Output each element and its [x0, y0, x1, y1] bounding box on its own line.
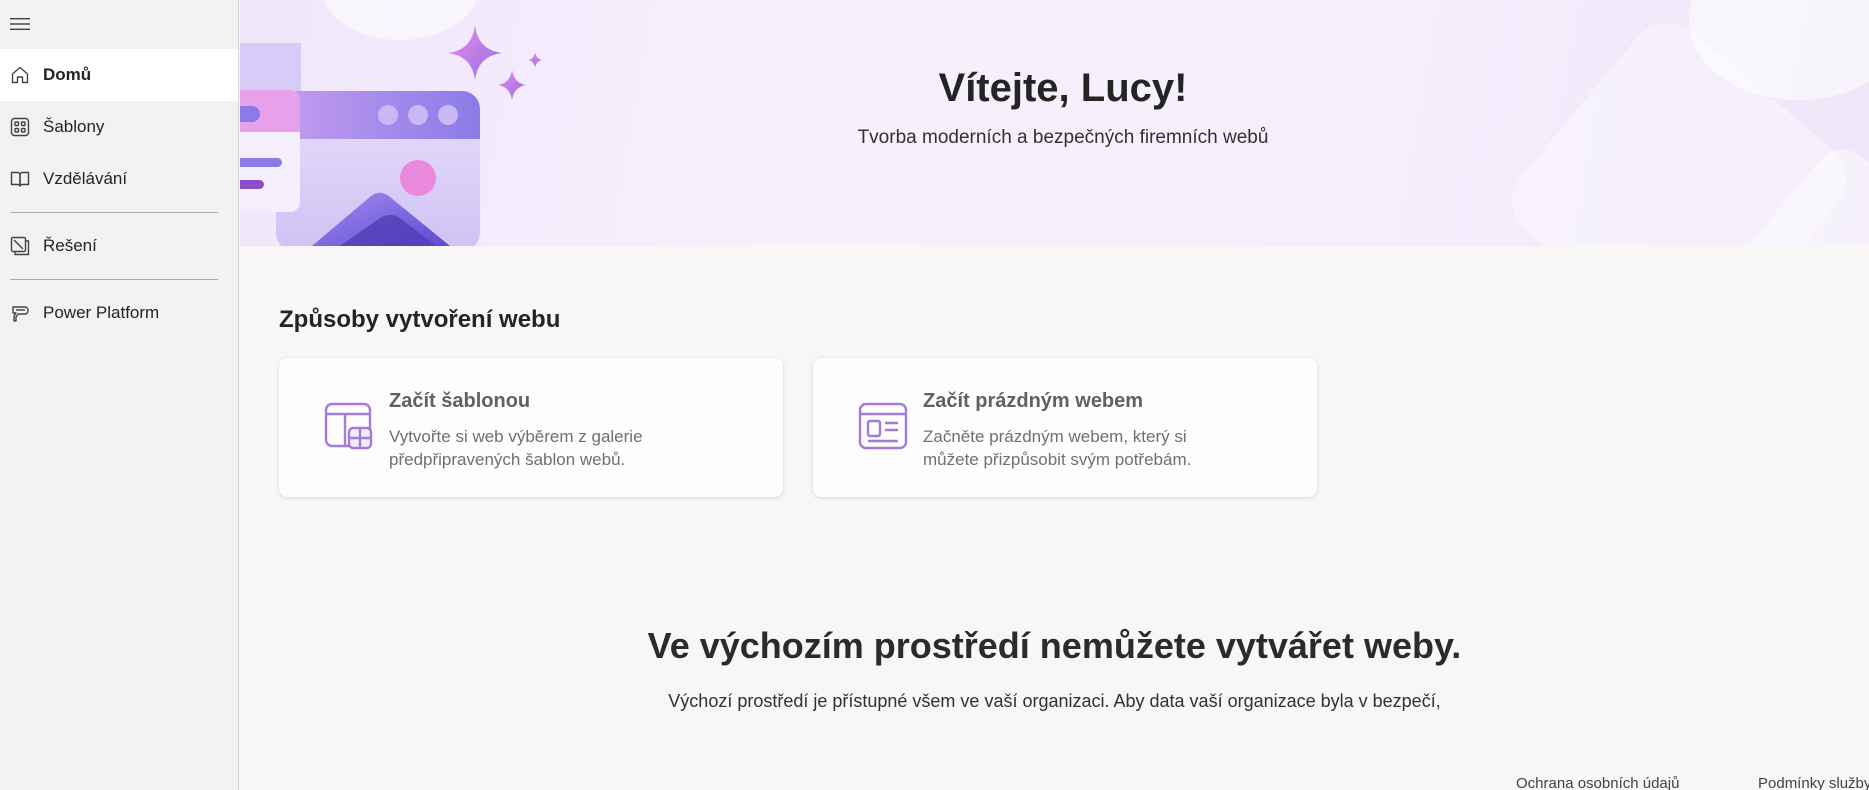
app-root: Domů Šablony Vzdělávání Řešení Power Pla…	[0, 0, 1869, 790]
sidebar-item-label: Řešení	[43, 236, 97, 255]
blank-site-icon	[858, 402, 908, 450]
terms-link[interactable]: Podmínky služby	[1758, 775, 1869, 790]
sidebar-divider	[10, 279, 218, 280]
environment-notice-title: Ve výchozím prostředí nemůžete vytvářet …	[647, 625, 1462, 666]
environment-notice-text: Výchozí prostředí je přístupné všem ve v…	[668, 691, 1441, 711]
card-description: Začněte prázdným webem, který si můžete …	[923, 427, 1192, 469]
sidebar-item-label: Power Platform	[43, 303, 160, 322]
sidebar-item-home[interactable]: Domů	[0, 49, 238, 101]
template-layout-icon	[324, 402, 373, 450]
welcome-banner: Vítejte, Lucy! Tvorba moderních a bezpeč…	[240, 0, 1869, 246]
welcome-text: Vítejte, Lucy! Tvorba moderních a bezpeč…	[240, 0, 1869, 246]
sidebar-item-label: Domů	[43, 65, 92, 84]
card-title: Začít šablonou	[389, 390, 531, 412]
section-title: Způsoby vytvoření webu	[279, 306, 561, 333]
start-with-template-card[interactable]: Začít šablonou Vytvořte si web výběrem z…	[279, 358, 783, 497]
sidebar-divider	[10, 212, 218, 213]
page-subtitle: Tvorba moderních a bezpečných firemních …	[857, 127, 1269, 148]
sidebar-nav: Domů Šablony Vzdělávání Řešení Power Pla…	[0, 49, 238, 339]
sidebar-item-power-platform[interactable]: Power Platform	[0, 287, 238, 339]
privacy-link[interactable]: Ochrana osobních údajů	[1516, 775, 1679, 790]
templates-grid-icon	[10, 117, 30, 137]
sidebar-item-learning[interactable]: Vzdělávání	[0, 153, 238, 205]
home-icon	[10, 65, 30, 85]
card-description: Vytvořte si web výběrem z galerie předpř…	[389, 427, 643, 469]
sidebar-item-solutions[interactable]: Řešení	[0, 220, 238, 272]
hamburger-menu-icon[interactable]	[8, 12, 32, 36]
book-icon	[10, 169, 30, 189]
solutions-icon	[10, 236, 30, 256]
sidebar: Domů Šablony Vzdělávání Řešení Power Pla…	[0, 0, 239, 790]
sidebar-item-label: Šablony	[43, 117, 105, 136]
sidebar-item-templates[interactable]: Šablony	[0, 101, 238, 153]
power-platform-icon	[10, 303, 30, 323]
card-title: Začít prázdným webem	[923, 390, 1144, 412]
page-title: Vítejte, Lucy!	[938, 66, 1188, 110]
sidebar-item-label: Vzdělávání	[43, 169, 128, 188]
start-blank-site-card[interactable]: Začít prázdným webem Začněte prázdným we…	[813, 358, 1317, 497]
